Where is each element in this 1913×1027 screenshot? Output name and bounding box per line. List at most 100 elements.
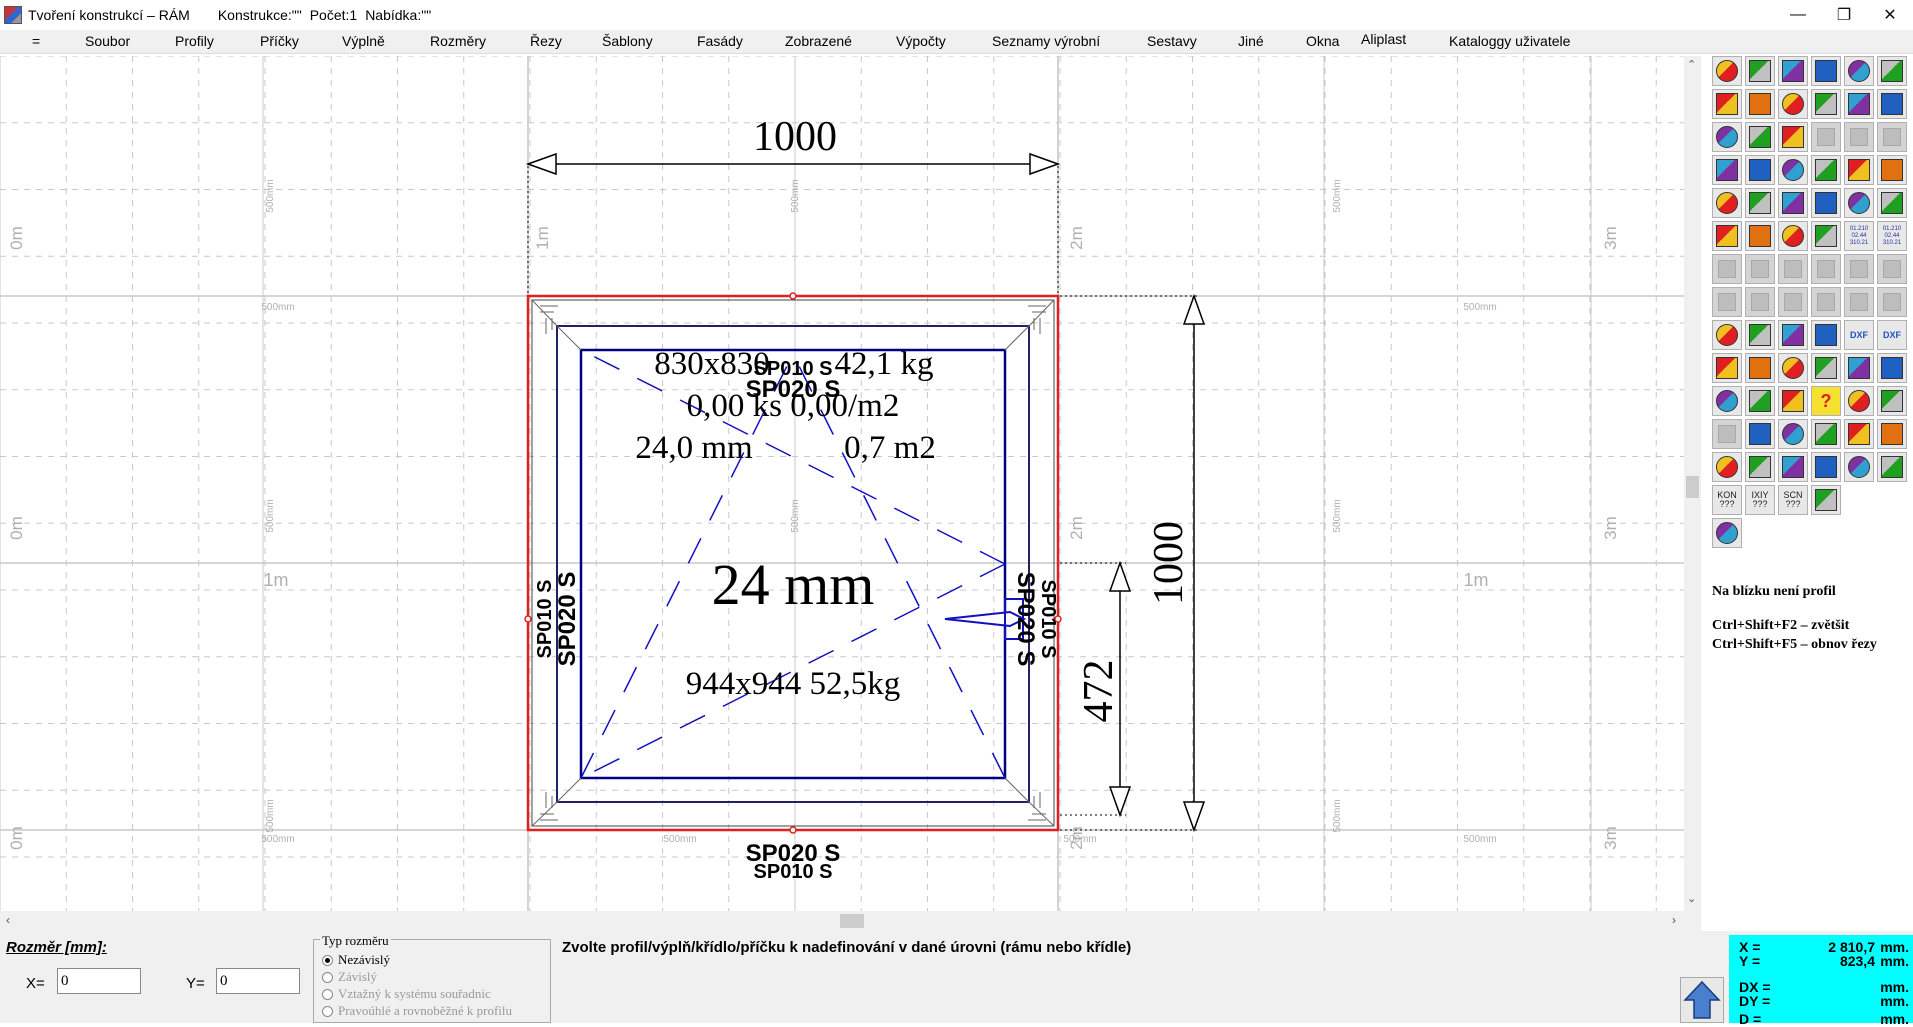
tool-button-26-icon[interactable] [1745, 188, 1775, 218]
tool-button-13-icon[interactable] [1712, 122, 1742, 152]
tool-button-81-icon[interactable]: SCN ??? [1778, 485, 1808, 515]
menu-pricky[interactable]: Příčky [260, 33, 299, 49]
tool-button-58-icon[interactable] [1811, 353, 1841, 383]
radio-vztazny[interactable]: Vztažný k systému souřadnic [322, 986, 491, 1002]
tool-button-41-icon[interactable] [1844, 254, 1874, 284]
tool-button-57-icon[interactable] [1778, 353, 1808, 383]
tool-button-16-icon[interactable] [1811, 122, 1841, 152]
tool-button-50-icon[interactable] [1745, 320, 1775, 350]
tool-button-37-icon[interactable] [1712, 254, 1742, 284]
tool-button-7-icon[interactable] [1712, 89, 1742, 119]
window-drawing[interactable]: 1000 1000 472 SP010 S SP020 S SP020 S SP… [0, 56, 1684, 911]
tool-button-27-icon[interactable] [1778, 188, 1808, 218]
tool-button-25-icon[interactable] [1712, 188, 1742, 218]
up-arrow-button[interactable] [1680, 977, 1724, 1023]
tool-button-40-icon[interactable] [1811, 254, 1841, 284]
tool-button-18-icon[interactable] [1877, 122, 1907, 152]
tool-button-28-icon[interactable] [1811, 188, 1841, 218]
tool-button-73-icon[interactable] [1712, 452, 1742, 482]
tool-button-51-icon[interactable] [1778, 320, 1808, 350]
radio-zavisly[interactable]: Závislý [322, 969, 377, 985]
y-input[interactable] [216, 968, 300, 994]
tool-button-55-icon[interactable] [1712, 353, 1742, 383]
tool-button-8-icon[interactable] [1745, 89, 1775, 119]
menu-jine[interactable]: Jiné [1238, 33, 1264, 49]
menu-rozmery[interactable]: Rozměry [430, 33, 486, 49]
tool-button-39-icon[interactable] [1778, 254, 1808, 284]
tool-button-67-icon[interactable] [1712, 419, 1742, 449]
tool-button-5-icon[interactable] [1844, 56, 1874, 86]
tool-button-48-icon[interactable] [1877, 287, 1907, 317]
tool-button-12-icon[interactable] [1877, 89, 1907, 119]
top-dimension[interactable] [525, 152, 1061, 296]
menu-rezy[interactable]: Řezy [530, 33, 562, 49]
tool-button-66-icon[interactable] [1877, 386, 1907, 416]
tool-button-4-icon[interactable] [1811, 56, 1841, 86]
tool-button-76-icon[interactable] [1811, 452, 1841, 482]
tool-button-46-icon[interactable] [1811, 287, 1841, 317]
tool-button-38-icon[interactable] [1745, 254, 1775, 284]
tool-button-22-icon[interactable] [1811, 155, 1841, 185]
tool-button-68-icon[interactable] [1745, 419, 1775, 449]
tool-button-36-icon[interactable]: 01.210 02.44 310.21 [1877, 221, 1907, 251]
tool-button-65-icon[interactable] [1844, 386, 1874, 416]
tool-button-82-icon[interactable] [1811, 485, 1841, 515]
tool-button-64-icon[interactable]: ? [1811, 386, 1841, 416]
tool-button-79-icon[interactable]: KON ??? [1712, 485, 1742, 515]
tool-button-45-icon[interactable] [1778, 287, 1808, 317]
tool-button-2-icon[interactable] [1745, 56, 1775, 86]
tool-button-59-icon[interactable] [1844, 353, 1874, 383]
tool-button-69-icon[interactable] [1778, 419, 1808, 449]
menu-katalogy[interactable]: Kataloggy uživatele [1449, 33, 1570, 49]
tool-button-44-icon[interactable] [1745, 287, 1775, 317]
vertical-scroll-thumb[interactable] [1686, 476, 1699, 498]
tool-button-61-icon[interactable] [1712, 386, 1742, 416]
tool-button-80-icon[interactable]: IXIY ??? [1745, 485, 1775, 515]
menu-soubor[interactable]: Soubor [85, 33, 130, 49]
tool-button-30-icon[interactable] [1877, 188, 1907, 218]
menu-system[interactable]: = [32, 33, 40, 49]
tool-button-14-icon[interactable] [1745, 122, 1775, 152]
vertical-scrollbar[interactable]: ⌃ ⌄ [1684, 56, 1701, 911]
close-button[interactable]: ✕ [1867, 0, 1913, 30]
radio-pravouhle[interactable]: Pravoúhlé a rovnoběžné k profilu [322, 1003, 512, 1019]
tool-button-47-icon[interactable] [1844, 287, 1874, 317]
menu-vypocty[interactable]: Výpočty [896, 33, 946, 49]
menu-sablony[interactable]: Šablony [602, 33, 653, 49]
tool-button-74-icon[interactable] [1745, 452, 1775, 482]
tool-button-77-icon[interactable] [1844, 452, 1874, 482]
tool-button-85-icon[interactable] [1712, 518, 1742, 548]
x-input[interactable] [57, 968, 141, 994]
maximize-button[interactable]: ❐ [1821, 0, 1867, 30]
tool-button-17-icon[interactable] [1844, 122, 1874, 152]
tool-button-6-icon[interactable] [1877, 56, 1907, 86]
tool-button-75-icon[interactable] [1778, 452, 1808, 482]
tool-button-56-icon[interactable] [1745, 353, 1775, 383]
horizontal-scrollbar[interactable]: ‹ › [0, 911, 1701, 931]
tool-button-19-icon[interactable] [1712, 155, 1742, 185]
tool-button-33-icon[interactable] [1778, 221, 1808, 251]
menu-vyplne[interactable]: Výplně [342, 33, 385, 49]
tool-button-72-icon[interactable] [1877, 419, 1907, 449]
tool-button-53-icon[interactable]: DXF [1844, 320, 1874, 350]
tool-button-21-icon[interactable] [1778, 155, 1808, 185]
tool-button-31-icon[interactable] [1712, 221, 1742, 251]
menu-aliplast[interactable]: Aliplast [1361, 31, 1406, 47]
tool-button-70-icon[interactable] [1811, 419, 1841, 449]
tool-button-60-icon[interactable] [1877, 353, 1907, 383]
scroll-right-icon[interactable]: › [1672, 913, 1676, 927]
tool-button-20-icon[interactable] [1745, 155, 1775, 185]
tool-button-63-icon[interactable] [1778, 386, 1808, 416]
menu-okna[interactable]: Okna [1306, 33, 1339, 49]
tool-button-49-icon[interactable] [1712, 320, 1742, 350]
minimize-button[interactable]: — [1775, 0, 1821, 30]
tool-button-11-icon[interactable] [1844, 89, 1874, 119]
drawing-canvas[interactable]: 0m 0m 0m 1m 2m 2m 2m 3m 3m 3m 500mm 500mm 500mm 500mm… [0, 56, 1694, 911]
tool-button-43-icon[interactable] [1712, 287, 1742, 317]
tool-button-32-icon[interactable] [1745, 221, 1775, 251]
menu-zobrazene[interactable]: Zobrazené [785, 33, 852, 49]
tool-button-15-icon[interactable] [1778, 122, 1808, 152]
tool-button-1-icon[interactable] [1712, 56, 1742, 86]
tool-button-52-icon[interactable] [1811, 320, 1841, 350]
menu-sestavy[interactable]: Sestavy [1147, 33, 1197, 49]
